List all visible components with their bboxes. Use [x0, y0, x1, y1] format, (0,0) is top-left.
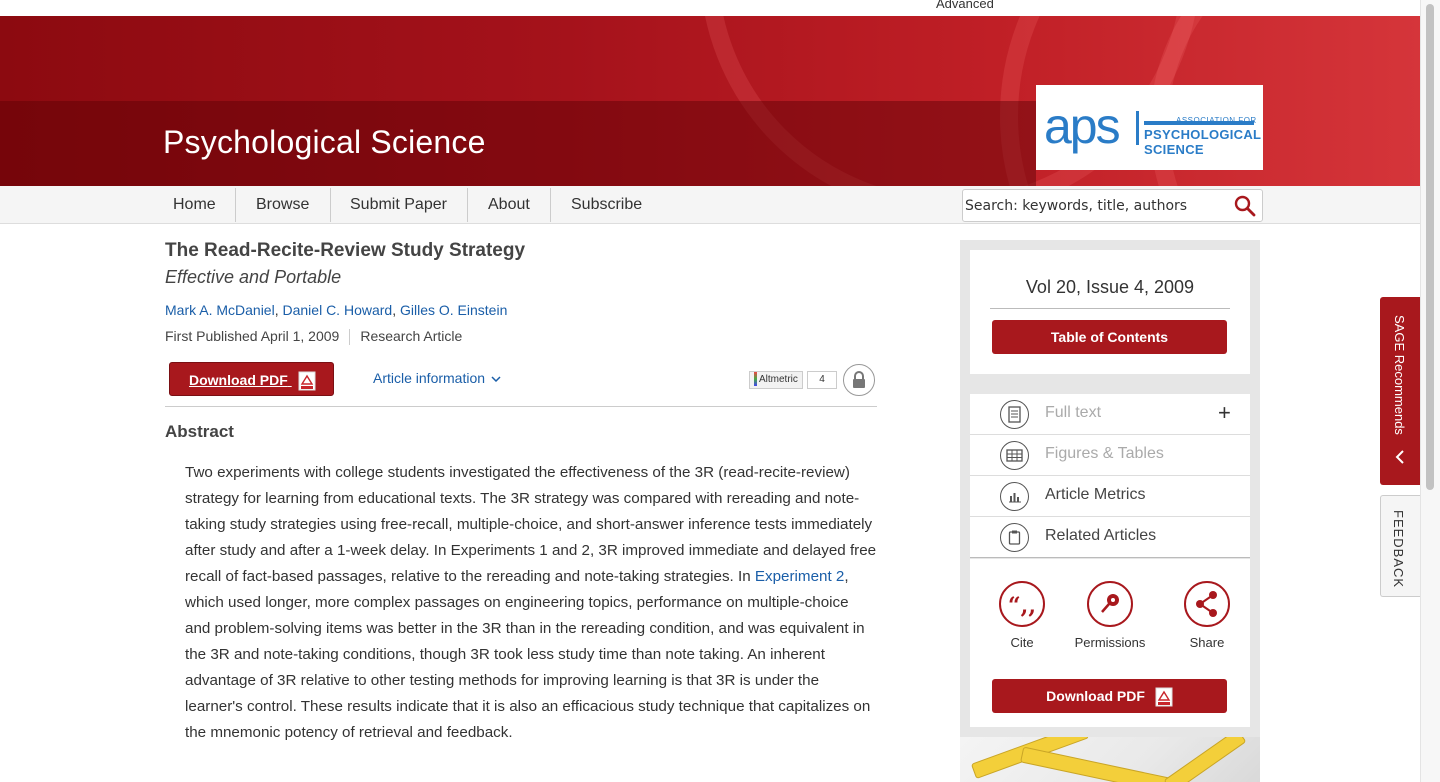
sidebar-item-figures-tables[interactable]: Figures & Tables [970, 435, 1250, 476]
sidebar-item-label: Full text [1045, 404, 1102, 421]
chevron-down-icon [491, 376, 501, 383]
author-link[interactable]: Daniel C. Howard [282, 302, 392, 318]
share-label: Share [1189, 635, 1225, 650]
measuring-tape-graphic [1163, 737, 1247, 782]
svg-text:“,,: “,, [1008, 593, 1036, 619]
pdf-icon [298, 371, 316, 391]
document-icon [1000, 400, 1029, 429]
sidebar-download-pdf-button[interactable]: Download PDF [992, 679, 1227, 713]
aps-logo[interactable]: aps ASSOCIATION FOR PSYCHOLOGICAL SCIENC… [1036, 85, 1263, 170]
article-tools: Download PDF Article information Altmetr… [165, 360, 877, 407]
aps-logo-line2: PSYCHOLOGICAL SCIENCE [1144, 127, 1262, 157]
page-scrollbar[interactable] [1420, 0, 1440, 782]
nav-subscribe[interactable]: Subscribe [551, 188, 662, 222]
expand-plus-icon[interactable]: + [1218, 400, 1231, 426]
chevron-left-icon [1395, 450, 1404, 464]
cite-label: Cite [1010, 635, 1034, 650]
permissions-label: Permissions [1074, 635, 1146, 650]
article-information-toggle[interactable]: Article information [373, 370, 501, 386]
sidebar-download-pdf-label: Download PDF [1046, 688, 1145, 704]
article-information-label: Article information [373, 370, 486, 386]
sidebar-actions: “,, Cite Permissions Share Download PDF [970, 559, 1250, 727]
search-input[interactable] [965, 194, 1225, 218]
lock-icon [853, 371, 865, 388]
table-icon [1000, 441, 1029, 470]
abstract-text-part: , which used longer, more complex passag… [185, 568, 871, 741]
aps-logo-bar [1136, 111, 1139, 145]
scrollbar-thumb[interactable] [1426, 4, 1434, 490]
article-title: The Read-Recite-Review Study Strategy [165, 240, 526, 261]
top-strip: Advanced [0, 0, 1420, 16]
cite-action[interactable]: “,, Cite [977, 581, 1067, 650]
altmetric-label: Altmetric [759, 374, 798, 385]
sidebar-item-label: Article Metrics [1045, 486, 1146, 503]
nav-home[interactable]: Home [153, 188, 236, 222]
sidebar-item-full-text[interactable]: Full text + [970, 394, 1250, 435]
download-pdf-label: Download PDF [189, 372, 288, 388]
sidebar-sections: Full text + Figures & Tables Article Met… [970, 394, 1250, 558]
search-icon[interactable] [1233, 194, 1257, 218]
sidebar-item-article-metrics[interactable]: Article Metrics [970, 476, 1250, 517]
sidebar-item-related-articles[interactable]: Related Articles [970, 517, 1250, 558]
nav-submit-paper[interactable]: Submit Paper [330, 188, 467, 222]
experiment-2-link[interactable]: Experiment 2 [755, 568, 844, 585]
author-separator: , [392, 302, 400, 318]
aps-logo-rule [1144, 121, 1254, 125]
article-meta: First Published April 1, 2009 Research Ar… [165, 326, 877, 346]
issue-label[interactable]: Vol 20, Issue 4, 2009 [970, 277, 1250, 298]
article-subtitle: Effective and Portable [165, 267, 342, 287]
journal-title[interactable]: Psychological Science [163, 124, 486, 161]
abstract-heading: Abstract [165, 422, 234, 441]
sidebar: Vol 20, Issue 4, 2009 Table of Contents … [960, 240, 1260, 782]
aps-logo-mark: aps [1044, 98, 1121, 154]
sage-recommends-tab[interactable]: SAGE Recommends [1380, 297, 1420, 485]
quote-icon: “,, [999, 581, 1045, 627]
key-icon [1087, 581, 1133, 627]
issue-divider [990, 308, 1230, 309]
download-pdf-button[interactable]: Download PDF [169, 362, 334, 396]
measuring-tape-graphic [1020, 746, 1180, 782]
author-list: Mark A. McDaniel, Daniel C. Howard, Gill… [165, 300, 877, 320]
meta-separator [349, 329, 351, 346]
feedback-label: FEEDBACK [1391, 510, 1406, 589]
abstract-text: Two experiments with college students in… [185, 460, 877, 746]
article-type: Research Article [360, 328, 463, 344]
issue-box: Vol 20, Issue 4, 2009 Table of Contents [970, 250, 1250, 374]
altmetric-badge[interactable]: Altmetric [749, 371, 803, 389]
permissions-action[interactable]: Permissions [1065, 581, 1155, 650]
advanced-search-link[interactable]: Advanced [936, 0, 994, 11]
article-header: The Read-Recite-Review Study Strategy Ef… [165, 238, 877, 346]
altmetric-icon [754, 372, 757, 387]
nav-browse[interactable]: Browse [236, 188, 329, 222]
pdf-icon [1155, 687, 1173, 707]
share-action[interactable]: Share [1162, 581, 1252, 650]
table-of-contents-button[interactable]: Table of Contents [992, 320, 1227, 354]
sage-recommends-label: SAGE Recommends [1392, 315, 1407, 435]
first-published-date: First Published April 1, 2009 [165, 328, 340, 344]
clipboard-icon [1000, 523, 1029, 552]
author-link[interactable]: Mark A. McDaniel [165, 302, 275, 318]
sidebar-item-label: Figures & Tables [1045, 445, 1164, 462]
bar-chart-icon [1000, 482, 1029, 511]
search-box [962, 189, 1263, 222]
nav-about[interactable]: About [468, 188, 550, 222]
abstract-text-part: Two experiments with college students in… [185, 464, 877, 585]
share-icon [1184, 581, 1230, 627]
sidebar-item-label: Related Articles [1045, 527, 1157, 544]
author-link[interactable]: Gilles O. Einstein [400, 302, 507, 318]
feedback-tab[interactable]: FEEDBACK [1380, 495, 1420, 597]
banner-band [0, 101, 1036, 186]
promo-image[interactable] [960, 737, 1260, 782]
access-lock[interactable] [843, 364, 875, 396]
altmetric-count[interactable]: 4 [807, 371, 837, 389]
